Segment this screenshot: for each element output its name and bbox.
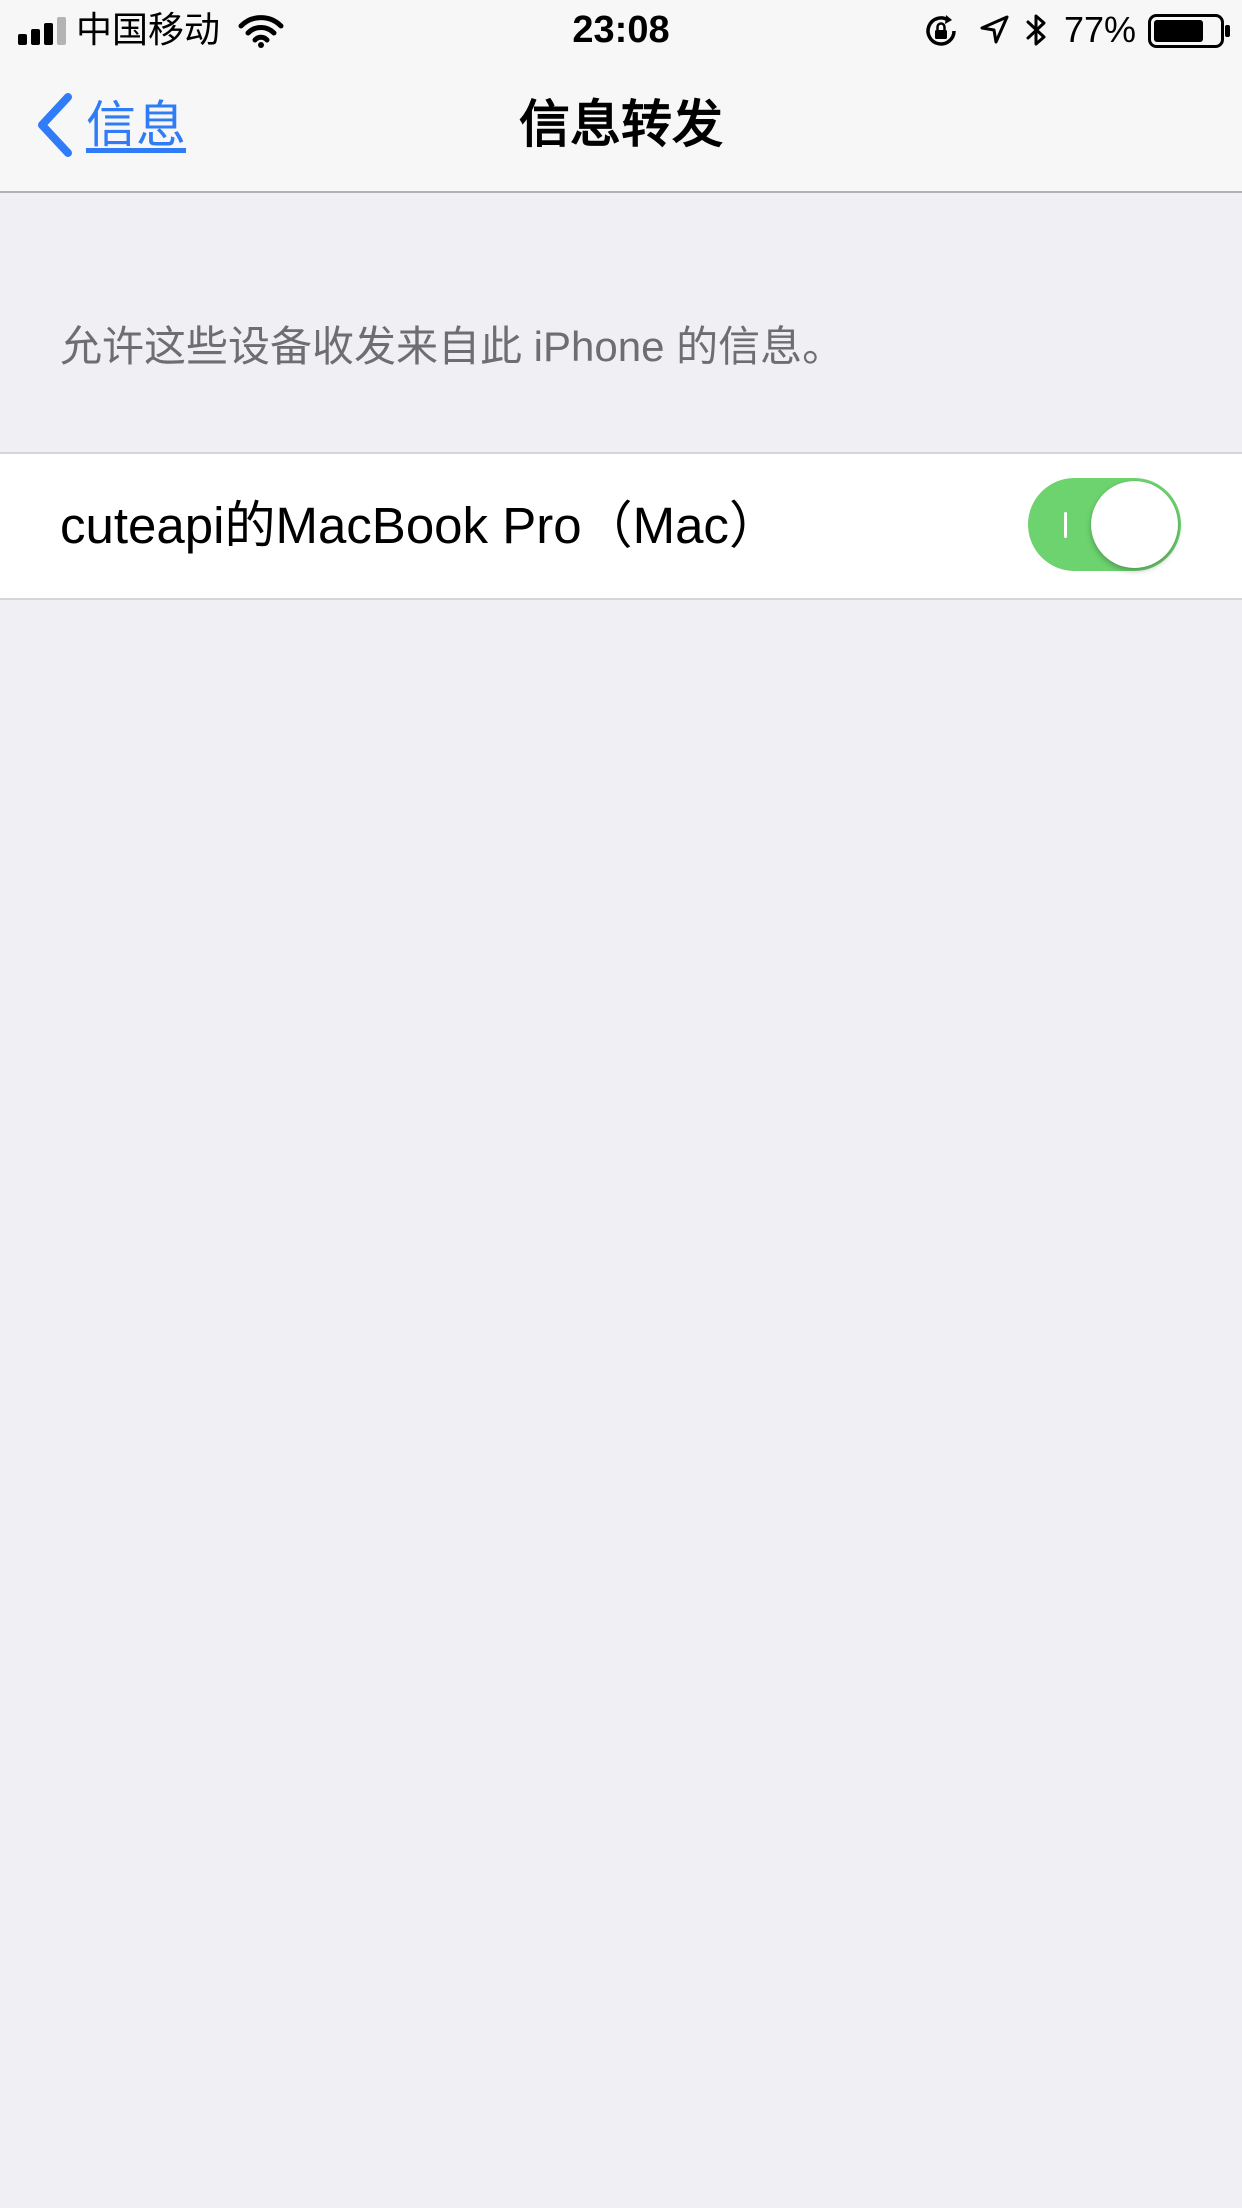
device-toggle[interactable] — [1028, 478, 1181, 571]
toggle-on-indicator — [1064, 512, 1067, 538]
toggle-knob — [1091, 481, 1178, 568]
device-name: cuteapi的MacBook Pro（Mac） — [60, 497, 780, 554]
status-bar: 中国移动 23:08 77% — [0, 0, 1242, 60]
battery-percentage: 77% — [1064, 9, 1137, 50]
page-title: 信息转发 — [518, 96, 723, 153]
battery-icon — [1148, 14, 1230, 48]
section-description: 允许这些设备收发来自此 iPhone 的信息。 — [60, 323, 845, 370]
location-icon — [980, 15, 1009, 44]
top-bar: 中国移动 23:08 77% 信息 信息转发 — [0, 0, 1242, 193]
status-time: 23:08 — [572, 9, 670, 51]
bluetooth-icon — [1026, 14, 1046, 46]
navigation-bar: 信息 信息转发 — [0, 60, 1242, 191]
device-row: cuteapi的MacBook Pro（Mac） — [0, 452, 1242, 600]
rotation-lock-icon — [926, 15, 956, 46]
